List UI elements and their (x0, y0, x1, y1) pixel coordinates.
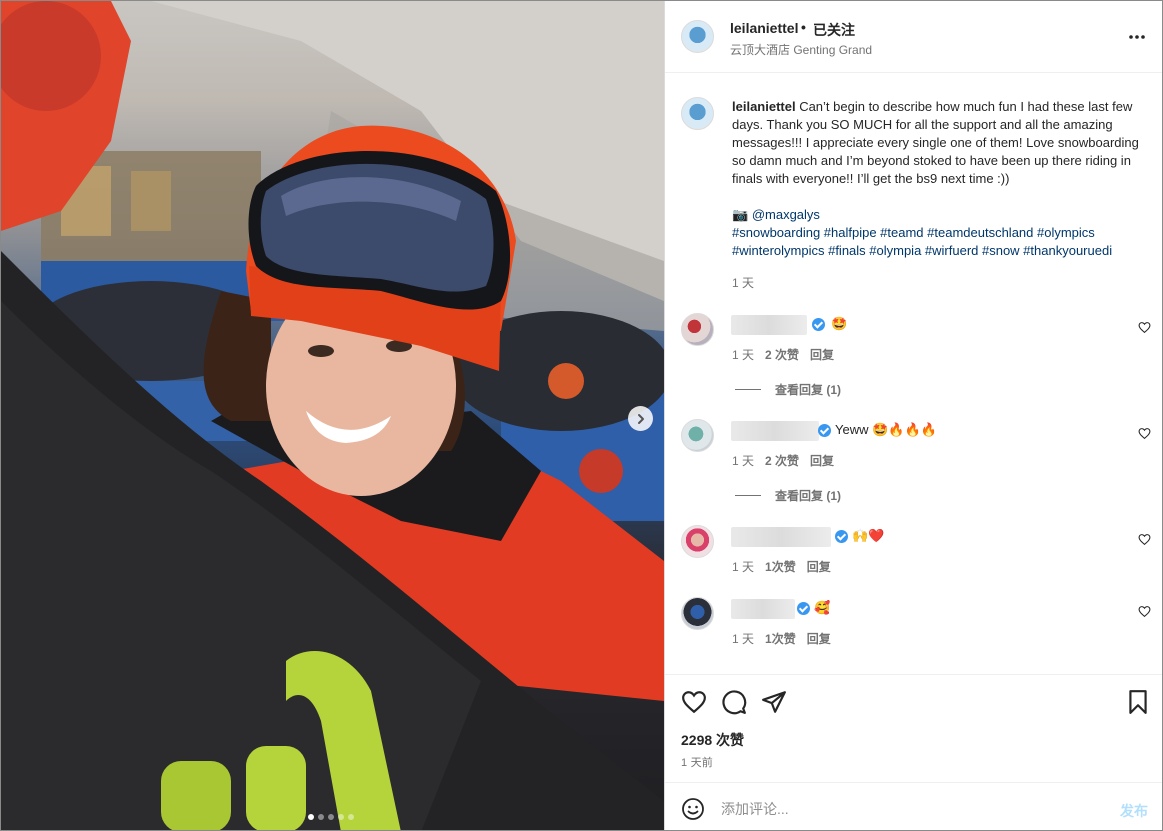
carousel-dot (338, 814, 344, 820)
paper-plane-icon[interactable] (761, 689, 787, 715)
comment-text: Yeww 🤩🔥🔥🔥 (835, 422, 937, 437)
commenter-avatar[interactable] (681, 313, 714, 346)
heart-icon[interactable] (681, 689, 707, 715)
comment-text: 🥰 (814, 600, 831, 615)
carousel-dot (348, 814, 354, 820)
replies-divider (735, 389, 761, 390)
view-replies-label: 查看回复 (1) (775, 489, 842, 503)
commenter-avatar[interactable] (681, 525, 714, 558)
commenter-username-redacted[interactable] (731, 315, 807, 335)
comment-reply-button[interactable]: 回复 (807, 558, 831, 575)
comment-like-heart-icon[interactable] (1138, 533, 1151, 546)
commenter-username-redacted[interactable] (731, 527, 831, 547)
comment-reply-button[interactable]: 回复 (807, 630, 831, 647)
post-comment-button[interactable]: 发布 (1120, 801, 1148, 821)
chevron-right-icon (637, 413, 644, 424)
verified-badge-icon (797, 602, 810, 615)
caption-avatar[interactable] (681, 97, 714, 130)
camera-emoji: 📷 (732, 207, 749, 222)
view-replies-button[interactable]: 查看回复 (1) (735, 381, 841, 398)
add-comment-bar: 发布 (665, 782, 1162, 830)
commenter-username-redacted[interactable] (731, 599, 795, 619)
bookmark-icon[interactable] (1125, 689, 1151, 715)
post-dialog: leilaniettel • 已关注 云顶大酒店 Genting Grand l… (0, 0, 1163, 831)
post-location[interactable]: 云顶大酒店 Genting Grand (730, 41, 872, 58)
likes-count[interactable]: 2298 次赞 (681, 730, 744, 750)
caption-mention[interactable]: @maxgalys (752, 207, 820, 222)
comment-text: 🤩 (831, 316, 848, 331)
author-avatar[interactable] (681, 20, 714, 53)
view-replies-button[interactable]: 查看回复 (1) (735, 487, 841, 504)
smiley-icon[interactable] (681, 797, 705, 821)
view-replies-label: 查看回复 (1) (775, 383, 842, 397)
verified-badge-icon (835, 530, 848, 543)
caption-username[interactable]: leilaniettel (732, 99, 796, 114)
verified-badge-icon (818, 424, 831, 437)
comment-like-heart-icon[interactable] (1138, 321, 1151, 334)
verified-badge-icon (812, 318, 825, 331)
replies-divider (735, 495, 761, 496)
caption-time: 1 天 (732, 276, 755, 290)
comment-likes[interactable]: 1次赞 (765, 558, 796, 575)
comment-likes[interactable]: 2 次赞 (765, 452, 799, 469)
commenter-avatar[interactable] (681, 419, 714, 452)
carousel-dot (328, 814, 334, 820)
comment-time: 1 天 (732, 348, 755, 362)
caption-hashtags[interactable]: #winterolympics #finals #olympia #wirfue… (732, 243, 1112, 258)
caption-hashtags[interactable]: #snowboarding #halfpipe #teamd #teamdeut… (732, 225, 1095, 240)
carousel-dot (308, 814, 314, 820)
next-slide-button[interactable] (628, 406, 653, 431)
comments-scroll-area[interactable]: leilaniettel Can’t begin to describe how… (665, 74, 1162, 674)
photo-illustration (1, 1, 664, 830)
commenter-avatar[interactable] (681, 597, 714, 630)
carousel-dots (308, 814, 354, 820)
carousel-dot (318, 814, 324, 820)
comment-reply-button[interactable]: 回复 (810, 346, 834, 363)
comment-text: 🙌❤️ (852, 528, 885, 543)
follow-status-button[interactable]: 已关注 (813, 20, 855, 40)
post-actions-bar: 2298 次赞 1 天前 (665, 674, 1162, 782)
post-header: leilaniettel • 已关注 云顶大酒店 Genting Grand (665, 1, 1162, 73)
commenter-username-redacted[interactable] (731, 421, 819, 441)
comment-likes[interactable]: 2 次赞 (765, 346, 799, 363)
header-separator: • (801, 19, 806, 35)
comment-icon[interactable] (721, 689, 747, 715)
comment-likes[interactable]: 1次赞 (765, 630, 796, 647)
comment-time: 1 天 (732, 454, 755, 468)
comment-reply-button[interactable]: 回复 (810, 452, 834, 469)
post-caption: leilaniettel Can’t begin to describe how… (732, 98, 1150, 260)
post-side-panel: leilaniettel • 已关注 云顶大酒店 Genting Grand l… (664, 1, 1162, 830)
post-time: 1 天前 (681, 757, 713, 769)
comment-like-heart-icon[interactable] (1138, 605, 1151, 618)
more-horizontal-icon[interactable] (1127, 27, 1147, 47)
comment-input[interactable] (721, 797, 1101, 821)
comment-time: 1 天 (732, 560, 755, 574)
post-photo[interactable] (1, 1, 664, 830)
author-username[interactable]: leilaniettel (730, 20, 798, 36)
comment-like-heart-icon[interactable] (1138, 427, 1151, 440)
comment-time: 1 天 (732, 632, 755, 646)
